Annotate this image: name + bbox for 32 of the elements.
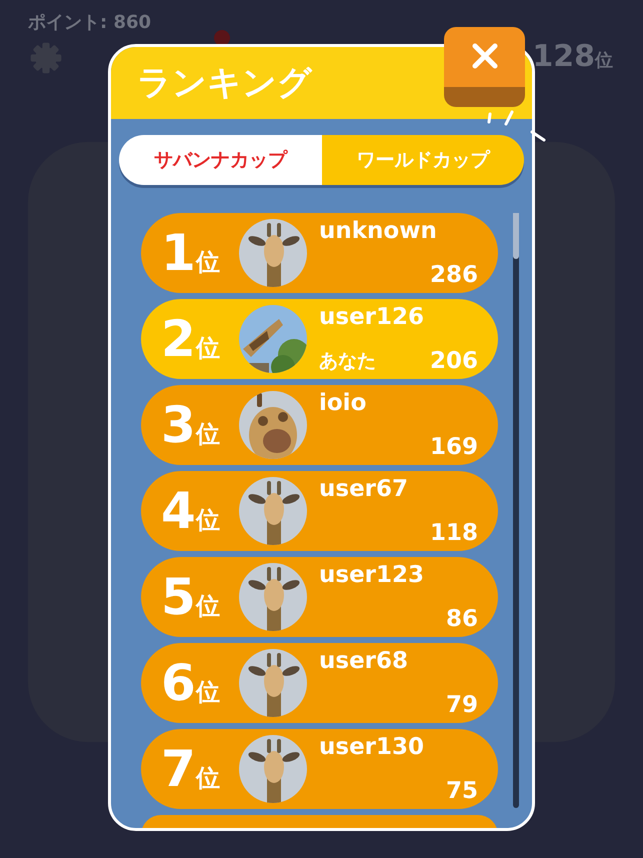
- close-icon: [470, 41, 500, 71]
- rank-text: 4位: [161, 486, 221, 536]
- user-name: unknown: [319, 218, 438, 244]
- you-label: あなた: [319, 349, 376, 374]
- notification-badge-icon: [214, 30, 230, 46]
- points-label: ポイント: 860: [28, 11, 152, 34]
- close-button[interactable]: [444, 27, 525, 107]
- score: 75: [446, 778, 478, 804]
- scrollbar[interactable]: [513, 213, 519, 808]
- tab[interactable]: サバンナカップ: [119, 135, 322, 185]
- ranking-row[interactable]: 7位 user130 75: [141, 729, 498, 809]
- dialog-title: ランキング: [137, 62, 312, 105]
- user-name: ioio: [319, 390, 368, 416]
- score: 79: [446, 692, 478, 718]
- rank-text: 6位: [161, 658, 221, 708]
- score: 86: [446, 606, 478, 632]
- user-name: user123: [319, 562, 426, 588]
- user-name: user68: [319, 648, 410, 674]
- rank-label: 128位: [532, 38, 613, 74]
- user-name: user130: [319, 734, 426, 760]
- rank-text: 5位: [161, 572, 221, 622]
- rank-text: 2位: [161, 314, 221, 364]
- rank-text: 3位: [161, 400, 221, 450]
- rank-text: 1位: [161, 228, 221, 278]
- tab[interactable]: ワールドカップ: [322, 135, 524, 185]
- user-name: user67: [319, 476, 410, 502]
- score: 206: [430, 348, 478, 374]
- score: 286: [430, 262, 478, 288]
- score: 169: [430, 434, 478, 460]
- score: 118: [430, 520, 478, 546]
- rank-text: 7位: [161, 744, 221, 794]
- user-name: user126: [319, 304, 426, 330]
